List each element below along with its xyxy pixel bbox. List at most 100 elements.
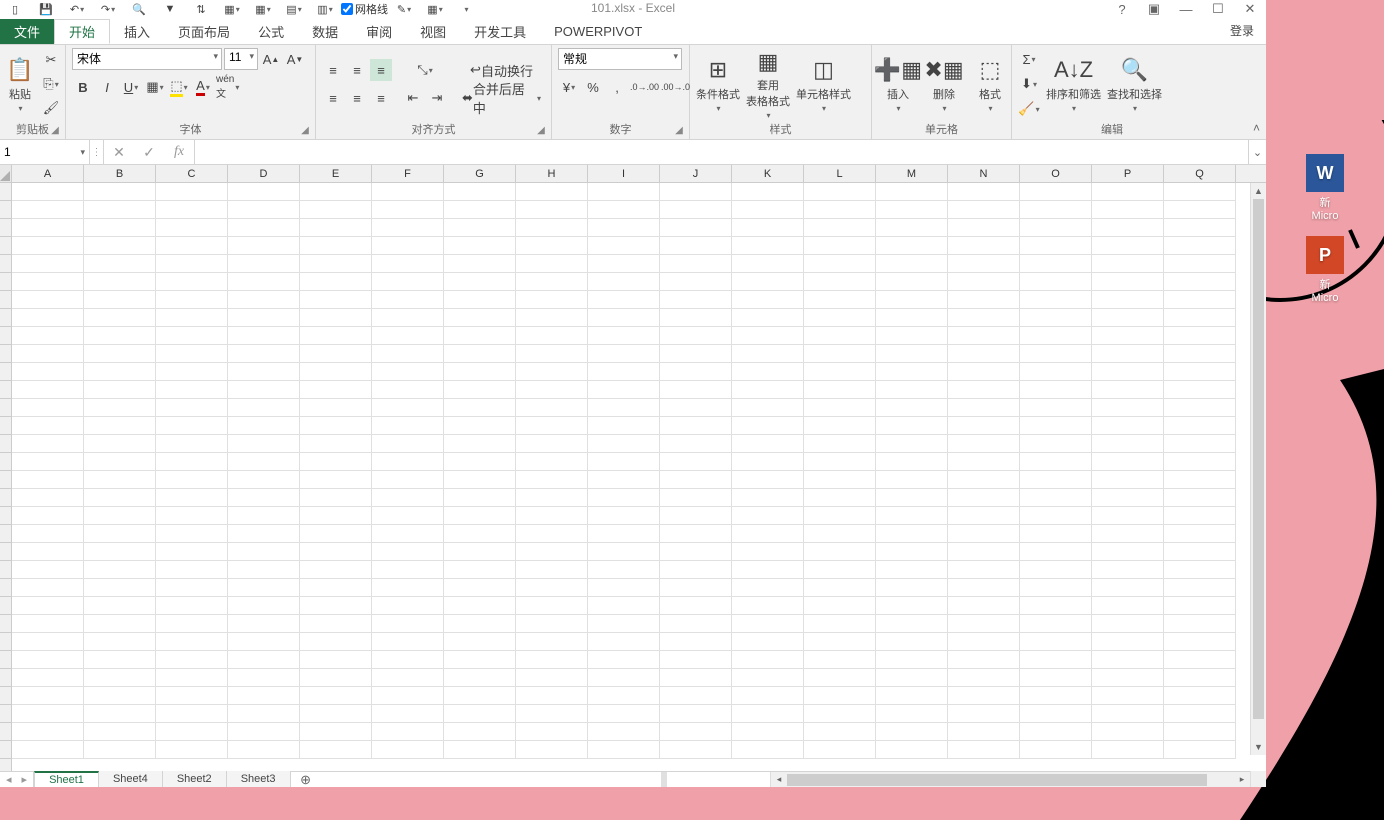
gridlines-checkbox[interactable] xyxy=(341,3,353,15)
cell[interactable] xyxy=(732,291,804,309)
cell[interactable] xyxy=(804,471,876,489)
login-link[interactable]: 登录 xyxy=(1230,22,1254,39)
cell[interactable] xyxy=(1092,471,1164,489)
sheet-tab[interactable]: Sheet2 xyxy=(163,771,227,787)
cell[interactable] xyxy=(804,435,876,453)
cell[interactable] xyxy=(372,399,444,417)
cell[interactable] xyxy=(588,723,660,741)
cell[interactable] xyxy=(1092,687,1164,705)
cell[interactable] xyxy=(1092,255,1164,273)
cell[interactable] xyxy=(300,741,372,759)
cell[interactable] xyxy=(228,615,300,633)
row-header[interactable] xyxy=(0,669,11,687)
cell[interactable] xyxy=(516,597,588,615)
cell[interactable] xyxy=(588,615,660,633)
cell[interactable] xyxy=(1020,237,1092,255)
cell[interactable] xyxy=(948,417,1020,435)
cell[interactable] xyxy=(588,291,660,309)
cell[interactable] xyxy=(444,741,516,759)
cell[interactable] xyxy=(732,219,804,237)
cell[interactable] xyxy=(588,417,660,435)
qat-btn-9[interactable]: ✎▾ xyxy=(389,0,419,18)
cell[interactable] xyxy=(444,219,516,237)
cell[interactable] xyxy=(228,309,300,327)
font-color-button[interactable]: A▾ xyxy=(192,76,214,98)
cell[interactable] xyxy=(876,417,948,435)
cell[interactable] xyxy=(1164,723,1236,741)
cell[interactable] xyxy=(660,489,732,507)
cell[interactable] xyxy=(876,201,948,219)
column-header[interactable]: P xyxy=(1092,165,1164,182)
cell[interactable] xyxy=(1164,363,1236,381)
cell[interactable] xyxy=(876,273,948,291)
column-header[interactable]: H xyxy=(516,165,588,182)
row-header[interactable] xyxy=(0,183,11,201)
cell[interactable] xyxy=(1164,471,1236,489)
cell[interactable] xyxy=(1092,309,1164,327)
cell[interactable] xyxy=(1164,183,1236,201)
cell[interactable] xyxy=(372,237,444,255)
collapse-ribbon-icon[interactable]: ˄ xyxy=(1253,121,1260,135)
cell[interactable] xyxy=(372,543,444,561)
cell[interactable] xyxy=(1092,651,1164,669)
cell[interactable] xyxy=(516,705,588,723)
tab-formulas[interactable]: 公式 xyxy=(244,19,298,44)
cell[interactable] xyxy=(948,543,1020,561)
cell[interactable] xyxy=(300,255,372,273)
fill-icon[interactable]: ⬇▾ xyxy=(1018,73,1040,95)
cell[interactable] xyxy=(660,273,732,291)
cell[interactable] xyxy=(804,201,876,219)
cell[interactable] xyxy=(228,435,300,453)
cell[interactable] xyxy=(660,327,732,345)
cell[interactable] xyxy=(876,741,948,759)
cell[interactable] xyxy=(876,219,948,237)
column-header[interactable]: F xyxy=(372,165,444,182)
cell[interactable] xyxy=(156,417,228,435)
cell[interactable] xyxy=(156,219,228,237)
cell[interactable] xyxy=(84,723,156,741)
cell[interactable] xyxy=(948,651,1020,669)
cell[interactable] xyxy=(588,705,660,723)
cell[interactable] xyxy=(156,525,228,543)
cell[interactable] xyxy=(156,363,228,381)
cell[interactable] xyxy=(12,201,84,219)
cell[interactable] xyxy=(948,615,1020,633)
cell[interactable] xyxy=(372,723,444,741)
cell[interactable] xyxy=(660,183,732,201)
cell[interactable] xyxy=(804,417,876,435)
cell[interactable] xyxy=(1164,399,1236,417)
cell[interactable] xyxy=(1164,669,1236,687)
cell[interactable] xyxy=(300,705,372,723)
row-header[interactable] xyxy=(0,633,11,651)
cell[interactable] xyxy=(1092,705,1164,723)
cell[interactable] xyxy=(516,489,588,507)
cell[interactable] xyxy=(84,471,156,489)
cell[interactable] xyxy=(444,669,516,687)
excel-icon[interactable]: ▯ xyxy=(0,0,30,18)
cell[interactable] xyxy=(228,525,300,543)
scroll-up-icon[interactable]: ▲ xyxy=(1251,183,1266,199)
number-launcher-icon[interactable]: ◢ xyxy=(673,125,685,137)
cell[interactable] xyxy=(300,309,372,327)
cell[interactable] xyxy=(804,561,876,579)
cell[interactable] xyxy=(588,597,660,615)
cell[interactable] xyxy=(300,615,372,633)
align-top-icon[interactable]: ≡ xyxy=(322,59,344,81)
cell[interactable] xyxy=(228,723,300,741)
cell[interactable] xyxy=(84,507,156,525)
cell[interactable] xyxy=(156,453,228,471)
cell[interactable] xyxy=(228,543,300,561)
cell[interactable] xyxy=(1020,435,1092,453)
autosum-icon[interactable]: Σ▾ xyxy=(1018,48,1040,70)
row-header[interactable] xyxy=(0,327,11,345)
sheet-nav-next-icon[interactable]: ▸ xyxy=(22,773,28,786)
cell[interactable] xyxy=(948,633,1020,651)
clipboard-launcher-icon[interactable]: ◢ xyxy=(49,125,61,137)
cell[interactable] xyxy=(300,543,372,561)
cell[interactable] xyxy=(300,345,372,363)
cell[interactable] xyxy=(228,579,300,597)
cell[interactable] xyxy=(876,453,948,471)
cell[interactable] xyxy=(1020,471,1092,489)
cell[interactable] xyxy=(12,363,84,381)
grow-font-icon[interactable]: A▲ xyxy=(260,48,282,70)
